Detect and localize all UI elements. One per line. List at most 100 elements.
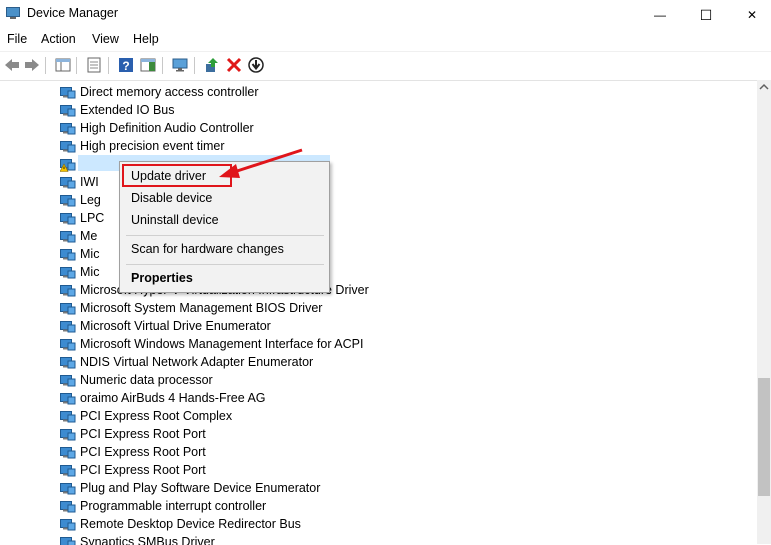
toolbar-separator bbox=[108, 57, 109, 74]
device-row[interactable]: Plug and Play Software Device Enumerator bbox=[58, 480, 478, 498]
device-label: Numeric data processor bbox=[80, 373, 213, 387]
device-row[interactable]: PCI Express Root Complex bbox=[58, 408, 478, 426]
update-driver-icon[interactable] bbox=[203, 56, 221, 74]
help-icon[interactable]: ? bbox=[117, 56, 135, 74]
device-label: Plug and Play Software Device Enumerator bbox=[80, 481, 320, 495]
toolbar-separator bbox=[76, 57, 77, 74]
device-label: Remote Desktop Device Redirector Bus bbox=[80, 517, 301, 531]
back-icon[interactable] bbox=[3, 56, 21, 74]
properties-sheet-icon[interactable] bbox=[85, 56, 103, 74]
system-device-icon bbox=[60, 302, 76, 316]
close-icon: ✕ bbox=[747, 8, 757, 22]
device-label: PCI Express Root Port bbox=[80, 427, 206, 441]
device-row[interactable]: Extended IO Bus bbox=[58, 102, 478, 120]
device-row[interactable]: PCI Express Root Port bbox=[58, 426, 478, 444]
device-label: Me bbox=[80, 229, 97, 243]
svg-text:?: ? bbox=[122, 59, 129, 73]
menu-help[interactable]: Help bbox=[133, 32, 159, 46]
device-row[interactable]: NDIS Virtual Network Adapter Enumerator bbox=[58, 354, 478, 372]
device-row[interactable]: Microsoft System Management BIOS Driver bbox=[58, 300, 478, 318]
device-row[interactable]: Numeric data processor bbox=[58, 372, 478, 390]
system-device-icon bbox=[60, 86, 76, 100]
device-label: LPC bbox=[80, 211, 104, 225]
system-device-icon bbox=[60, 140, 76, 154]
device-label: NDIS Virtual Network Adapter Enumerator bbox=[80, 355, 313, 369]
menu-view[interactable]: View bbox=[92, 32, 119, 46]
device-row[interactable]: High precision event timer bbox=[58, 138, 478, 156]
device-label: oraimo AirBuds 4 Hands-Free AG bbox=[80, 391, 266, 405]
system-device-icon bbox=[60, 518, 76, 532]
device-label: Leg bbox=[80, 193, 101, 207]
device-row[interactable]: PCI Express Root Port bbox=[58, 444, 478, 462]
device-label: PCI Express Root Port bbox=[80, 463, 206, 477]
device-row[interactable]: Microsoft Virtual Drive Enumerator bbox=[58, 318, 478, 336]
device-label: Extended IO Bus bbox=[80, 103, 175, 117]
system-device-icon bbox=[60, 374, 76, 388]
scroll-up-icon[interactable] bbox=[757, 80, 771, 94]
enable-device-icon[interactable] bbox=[247, 56, 265, 74]
menu-bar: File Action View Help bbox=[0, 30, 771, 50]
menu-uninstall-device[interactable]: Uninstall device bbox=[131, 213, 219, 227]
system-device-icon bbox=[60, 284, 76, 298]
device-row[interactable]: Programmable interrupt controller bbox=[58, 498, 478, 516]
action-pane-icon[interactable] bbox=[139, 56, 157, 74]
warning-device-icon bbox=[60, 158, 76, 172]
device-label: Microsoft System Management BIOS Driver bbox=[80, 301, 322, 315]
system-device-icon bbox=[60, 266, 76, 280]
device-row[interactable]: Remote Desktop Device Redirector Bus bbox=[58, 516, 478, 534]
system-device-icon bbox=[60, 338, 76, 352]
system-device-icon bbox=[60, 464, 76, 478]
system-device-icon bbox=[60, 122, 76, 136]
menu-scan-hardware[interactable]: Scan for hardware changes bbox=[131, 242, 284, 256]
minimize-button[interactable]: — bbox=[637, 0, 683, 30]
system-device-icon bbox=[60, 104, 76, 118]
window-title: Device Manager bbox=[27, 6, 118, 20]
toolbar-separator bbox=[194, 57, 195, 74]
menu-disable-device[interactable]: Disable device bbox=[131, 191, 212, 205]
system-device-icon bbox=[60, 446, 76, 460]
vertical-scrollbar[interactable] bbox=[757, 80, 771, 544]
system-device-icon bbox=[60, 392, 76, 406]
system-device-icon bbox=[60, 356, 76, 370]
close-button[interactable]: ✕ bbox=[729, 0, 771, 30]
menu-file[interactable]: File bbox=[7, 32, 27, 46]
device-label: Microsoft Virtual Drive Enumerator bbox=[80, 319, 271, 333]
device-label: High precision event timer bbox=[80, 139, 225, 153]
device-row[interactable]: PCI Express Root Port bbox=[58, 462, 478, 480]
device-label: PCI Express Root Port bbox=[80, 445, 206, 459]
device-label: Mic bbox=[80, 265, 99, 279]
system-device-icon bbox=[60, 230, 76, 244]
monitor-icon[interactable] bbox=[171, 56, 189, 74]
device-label: PCI Express Root Complex bbox=[80, 409, 232, 423]
system-device-icon bbox=[60, 194, 76, 208]
title-bar: Device Manager — ☐ ✕ bbox=[0, 0, 771, 30]
menu-action[interactable]: Action bbox=[41, 32, 76, 46]
menu-separator bbox=[126, 235, 324, 236]
minimize-icon: — bbox=[654, 8, 666, 22]
device-label: Direct memory access controller bbox=[80, 85, 259, 99]
device-label: Programmable interrupt controller bbox=[80, 499, 266, 513]
system-device-icon bbox=[60, 410, 76, 424]
device-row[interactable]: Direct memory access controller bbox=[58, 84, 478, 102]
uninstall-device-icon[interactable] bbox=[225, 56, 243, 74]
maximize-button[interactable]: ☐ bbox=[683, 0, 729, 30]
device-row[interactable]: oraimo AirBuds 4 Hands-Free AG bbox=[58, 390, 478, 408]
device-manager-icon bbox=[6, 7, 20, 19]
system-device-icon bbox=[60, 176, 76, 190]
toolbar-separator bbox=[45, 57, 46, 74]
scroll-thumb[interactable] bbox=[758, 378, 770, 496]
device-row[interactable]: Synaptics SMBus Driver bbox=[58, 534, 478, 545]
device-row[interactable]: High Definition Audio Controller bbox=[58, 120, 478, 138]
menu-separator bbox=[126, 264, 324, 265]
system-device-icon bbox=[60, 500, 76, 514]
device-tree[interactable]: Direct memory access controller Extended … bbox=[0, 80, 757, 545]
forward-icon[interactable] bbox=[23, 56, 41, 74]
system-device-icon bbox=[60, 320, 76, 334]
menu-properties[interactable]: Properties bbox=[131, 271, 193, 285]
system-device-icon bbox=[60, 248, 76, 262]
show-hide-console-tree-icon[interactable] bbox=[54, 56, 72, 74]
device-row[interactable]: Microsoft Windows Management Interface f… bbox=[58, 336, 478, 354]
toolbar-separator bbox=[162, 57, 163, 74]
device-label: Mic bbox=[80, 247, 99, 261]
device-label: High Definition Audio Controller bbox=[80, 121, 254, 135]
